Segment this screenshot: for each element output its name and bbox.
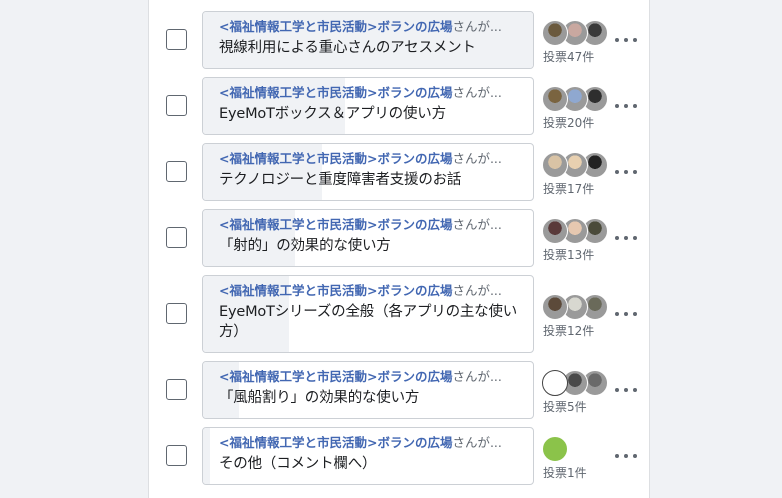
person-photo-icon[interactable] [542, 86, 568, 112]
poll-option-checkbox[interactable] [166, 445, 187, 466]
vote-count[interactable]: 投票13件 [543, 246, 594, 263]
poll-option-button[interactable]: <福祉情報工学と市民活動>ボランの広場さんが... 「風船割り」の効果的な使い方 [202, 361, 534, 419]
added-by-suffix: さんが... [452, 217, 502, 232]
more-horizontal-icon[interactable] [615, 99, 637, 113]
poll-option-checkbox[interactable] [166, 379, 187, 400]
poll-panel: <福祉情報工学と市民活動>ボランの広場さんが... 視線利用による重心さんのアセス… [148, 0, 650, 498]
added-by-name[interactable]: <福祉情報工学と市民活動>ボランの広場 [219, 369, 452, 384]
person-photo-icon[interactable] [542, 218, 568, 244]
poll-option-label: 視線利用による重心さんのアセスメント [219, 40, 476, 56]
poll-option-row: <福祉情報工学と市民活動>ボランの広場さんが... 「風船割り」の効果的な使い方投… [149, 361, 649, 419]
added-by-suffix: さんが... [452, 85, 502, 100]
added-by-suffix: さんが... [452, 435, 502, 450]
added-by-link[interactable]: <福祉情報工学と市民活動>ボランの広場さんが... [219, 217, 517, 233]
added-by-name[interactable]: <福祉情報工学と市民活動>ボランの広場 [219, 151, 452, 166]
person-photo-icon[interactable] [542, 294, 568, 320]
poll-option-row: <福祉情報工学と市民活動>ボランの広場さんが... その他（コメント欄へ） 投票1件 [149, 427, 649, 485]
added-by-suffix: さんが... [452, 19, 502, 34]
added-by-link[interactable]: <福祉情報工学と市民活動>ボランの広場さんが... [219, 19, 517, 35]
more-horizontal-icon[interactable] [615, 383, 637, 397]
added-by-suffix: さんが... [452, 283, 502, 298]
poll-option-row: <福祉情報工学と市民活動>ボランの広場さんが... EyeMoTシリーズの全般（各… [149, 275, 649, 353]
vote-count[interactable]: 投票12件 [543, 322, 594, 339]
poll-option-row: <福祉情報工学と市民活動>ボランの広場さんが... 視線利用による重心さんのアセス… [149, 11, 649, 69]
poll-option-label: EyeMoTシリーズの全般（各アプリの主な使い方） [219, 304, 518, 340]
vote-count[interactable]: 投票1件 [543, 464, 587, 481]
poll-option-label: 「射的」の効果的な使い方 [219, 238, 391, 254]
more-horizontal-icon[interactable] [615, 33, 637, 47]
added-by-link[interactable]: <福祉情報工学と市民活動>ボランの広場さんが... [219, 151, 517, 167]
voter-avatars[interactable] [542, 294, 612, 320]
vote-count[interactable]: 投票47件 [543, 48, 594, 65]
green-circle-avatar-icon[interactable] [542, 436, 568, 462]
voter-avatars[interactable] [542, 86, 612, 112]
added-by-link[interactable]: <福祉情報工学と市民活動>ボランの広場さんが... [219, 85, 517, 101]
dog-photo-icon[interactable] [542, 152, 568, 178]
more-horizontal-icon[interactable] [615, 231, 637, 245]
poll-option-label: テクノロジーと重度障害者支援のお話 [219, 172, 462, 188]
poll-option-row: <福祉情報工学と市民活動>ボランの広場さんが... テクノロジーと重度障害者支援の… [149, 143, 649, 201]
added-by-link[interactable]: <福祉情報工学と市民活動>ボランの広場さんが... [219, 435, 517, 451]
vote-count[interactable]: 投票5件 [543, 398, 587, 415]
poll-option-button[interactable]: <福祉情報工学と市民活動>ボランの広場さんが... 視線利用による重心さんのアセス… [202, 11, 534, 69]
voter-avatars[interactable] [542, 436, 612, 462]
poll-option-checkbox[interactable] [166, 227, 187, 248]
voter-avatars[interactable] [542, 218, 612, 244]
vote-count[interactable]: 投票20件 [543, 114, 594, 131]
poll-option-label: 「風船割り」の効果的な使い方 [219, 390, 420, 406]
added-by-link[interactable]: <福祉情報工学と市民活動>ボランの広場さんが... [219, 283, 517, 299]
added-by-name[interactable]: <福祉情報工学と市民活動>ボランの広場 [219, 217, 452, 232]
poll-option-button[interactable]: <福祉情報工学と市民活動>ボランの広場さんが... テクノロジーと重度障害者支援の… [202, 143, 534, 201]
added-by-suffix: さんが... [452, 369, 502, 384]
poll-option-row: <福祉情報工学と市民活動>ボランの広場さんが... EyeMoTボックス＆アプリの… [149, 77, 649, 135]
poll-option-button[interactable]: <福祉情報工学と市民活動>ボランの広場さんが... 「射的」の効果的な使い方 [202, 209, 534, 267]
poll-option-row: <福祉情報工学と市民活動>ボランの広場さんが... 「射的」の効果的な使い方投票1… [149, 209, 649, 267]
voter-avatars[interactable] [542, 152, 612, 178]
poll-option-label: EyeMoTボックス＆アプリの使い方 [219, 106, 446, 122]
vote-count[interactable]: 投票17件 [543, 180, 594, 197]
poll-option-checkbox[interactable] [166, 29, 187, 50]
poll-option-checkbox[interactable] [166, 95, 187, 116]
poll-option-checkbox[interactable] [166, 303, 187, 324]
person-photo-icon[interactable] [542, 20, 568, 46]
added-by-link[interactable]: <福祉情報工学と市民活動>ボランの広場さんが... [219, 369, 517, 385]
poll-option-button[interactable]: <福祉情報工学と市民活動>ボランの広場さんが... EyeMoTシリーズの全般（各… [202, 275, 534, 353]
more-horizontal-icon[interactable] [615, 307, 637, 321]
poll-option-button[interactable]: <福祉情報工学と市民活動>ボランの広場さんが... EyeMoTボックス＆アプリの… [202, 77, 534, 135]
drawn-face-icon[interactable] [542, 370, 568, 396]
more-horizontal-icon[interactable] [615, 165, 637, 179]
added-by-name[interactable]: <福祉情報工学と市民活動>ボランの広場 [219, 19, 452, 34]
poll-option-button[interactable]: <福祉情報工学と市民活動>ボランの広場さんが... その他（コメント欄へ） [202, 427, 534, 485]
more-horizontal-icon[interactable] [615, 449, 637, 463]
poll-option-label: その他（コメント欄へ） [219, 456, 377, 472]
poll-option-checkbox[interactable] [166, 161, 187, 182]
added-by-name[interactable]: <福祉情報工学と市民活動>ボランの広場 [219, 85, 452, 100]
added-by-suffix: さんが... [452, 151, 502, 166]
voter-avatars[interactable] [542, 370, 612, 396]
voter-avatars[interactable] [542, 20, 612, 46]
added-by-name[interactable]: <福祉情報工学と市民活動>ボランの広場 [219, 435, 452, 450]
added-by-name[interactable]: <福祉情報工学と市民活動>ボランの広場 [219, 283, 452, 298]
